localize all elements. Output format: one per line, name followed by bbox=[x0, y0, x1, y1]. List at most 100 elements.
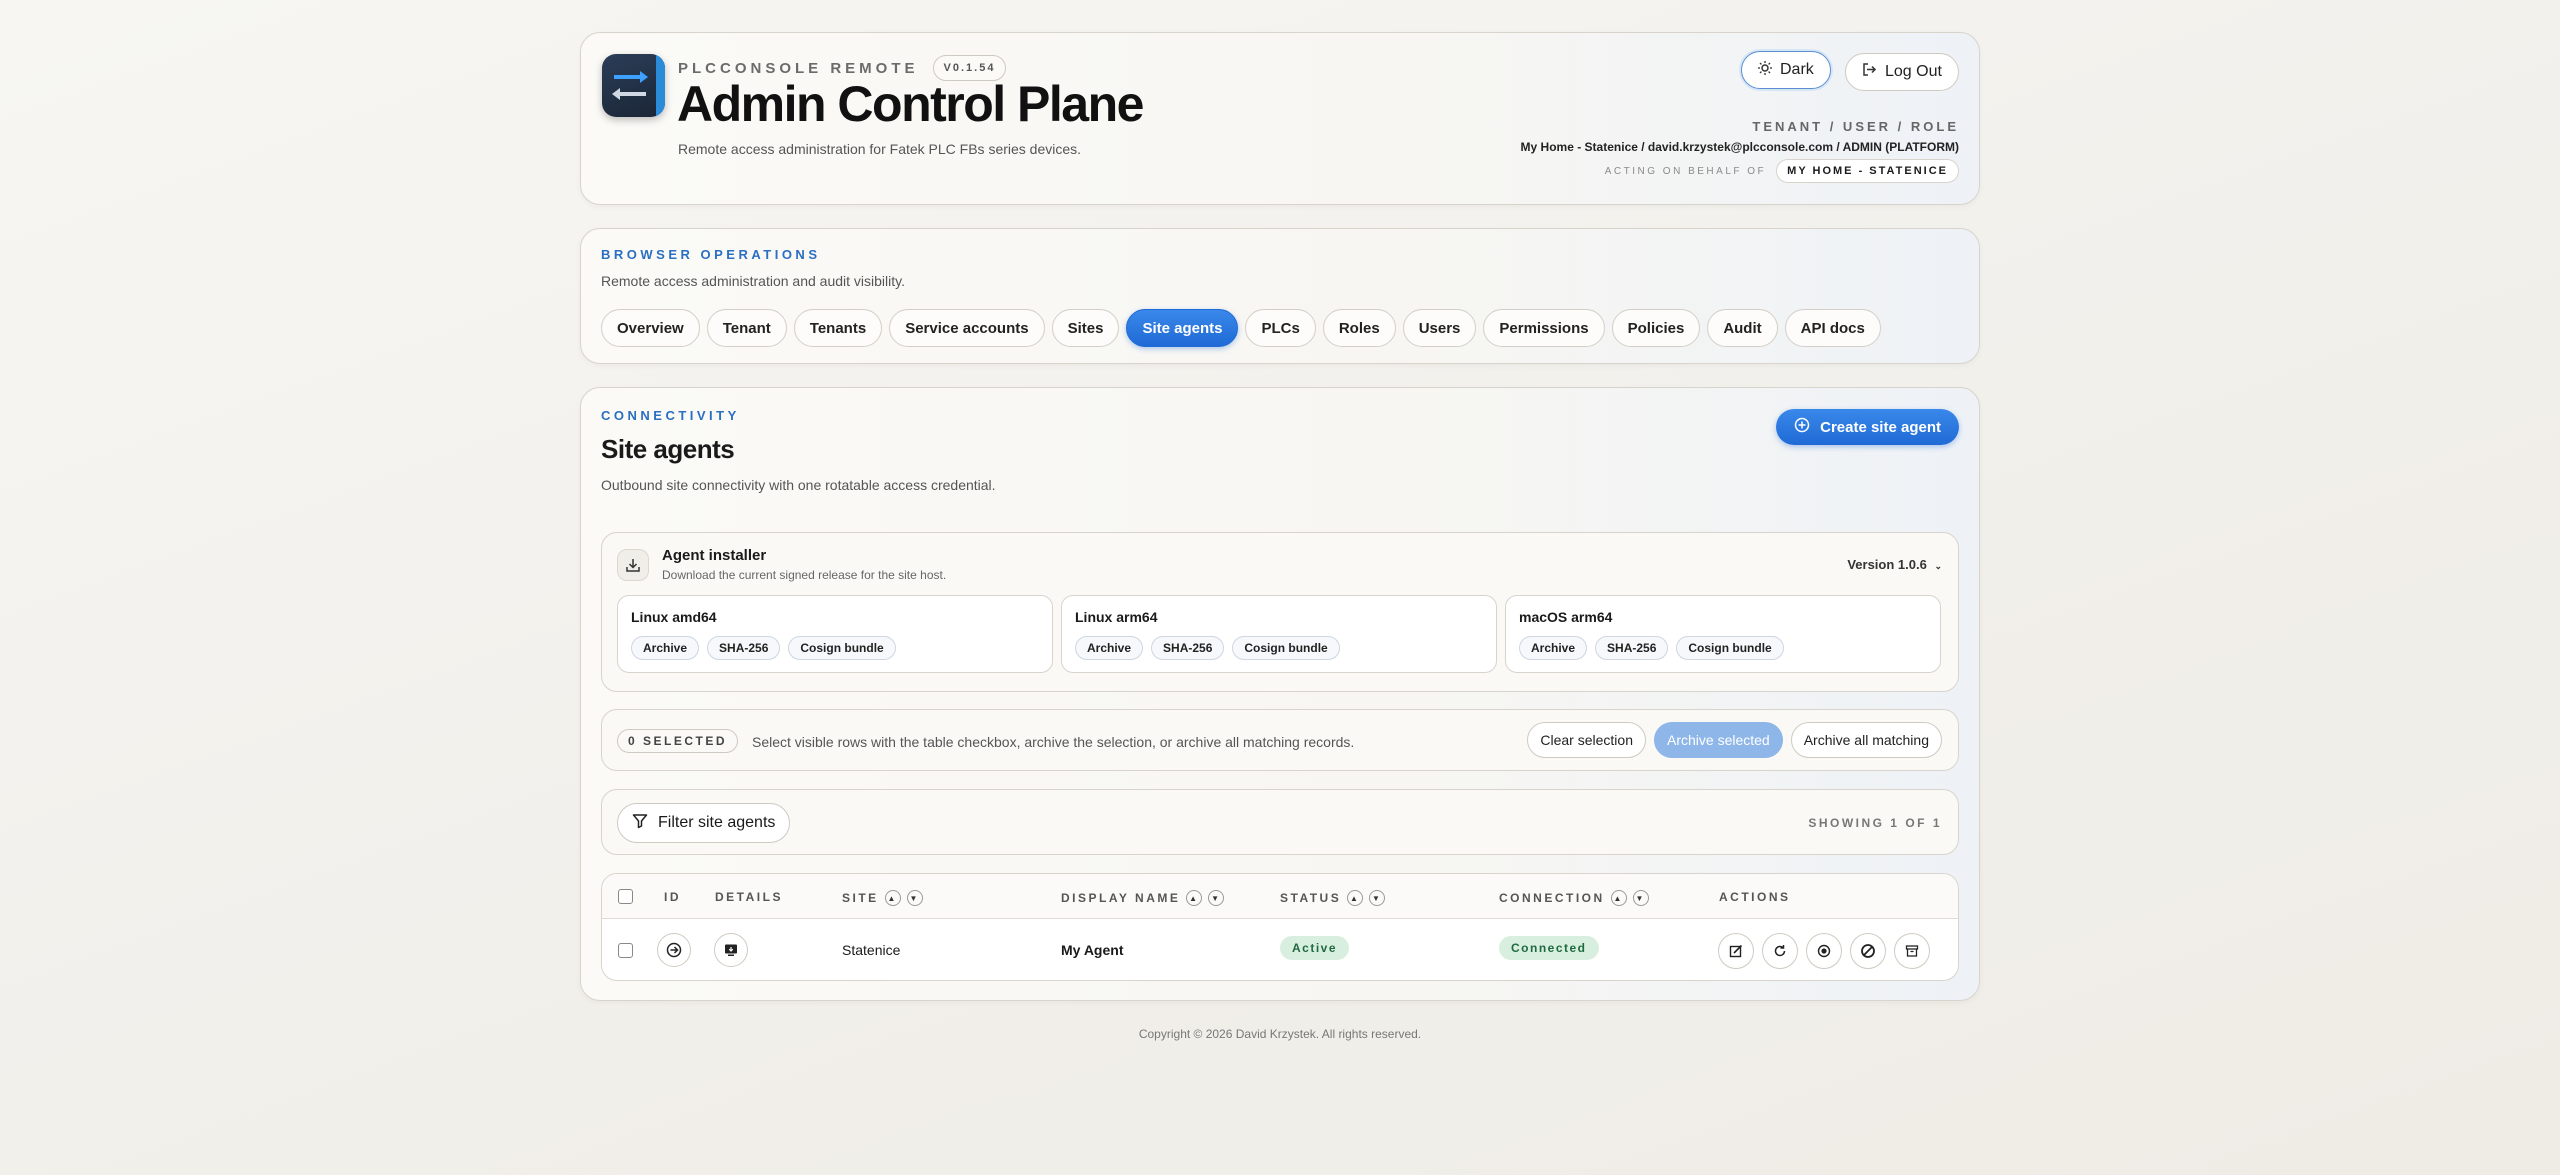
tab-sites[interactable]: Sites bbox=[1051, 309, 1120, 347]
archive-link[interactable]: Archive bbox=[631, 636, 700, 660]
selection-hint: Select visible rows with the table check… bbox=[752, 734, 1355, 750]
cosign-bundle-link[interactable]: Cosign bundle bbox=[1232, 636, 1340, 660]
archive-link[interactable]: Archive bbox=[1519, 636, 1588, 660]
archive-all-matching-button[interactable]: Archive all matching bbox=[1790, 722, 1942, 758]
table-row: Statenice My Agent Active Connected bbox=[602, 919, 1958, 980]
arrow-right-circle-icon bbox=[666, 942, 682, 958]
selected-count-badge: 0 SELECTED bbox=[617, 729, 739, 753]
sort-up-icon[interactable]: ▲ bbox=[1186, 890, 1203, 906]
column-details: DETAILS bbox=[715, 890, 783, 904]
archive-selected-button[interactable]: Archive selected bbox=[1654, 722, 1783, 758]
tab-users[interactable]: Users bbox=[1402, 309, 1477, 347]
connection-badge: Connected bbox=[1499, 936, 1599, 960]
ops-eyebrow: BROWSER OPERATIONS bbox=[601, 247, 821, 262]
acting-label: ACTING ON BEHALF OF bbox=[1604, 165, 1767, 177]
sha256-link[interactable]: SHA-256 bbox=[707, 636, 781, 660]
operations-card: BROWSER OPERATIONS Remote access adminis… bbox=[580, 228, 1980, 364]
cell-site: Statenice bbox=[842, 942, 901, 958]
column-status[interactable]: STATUS ▲ ▼ bbox=[1280, 890, 1386, 906]
tab-tenants[interactable]: Tenants bbox=[793, 309, 883, 347]
column-site[interactable]: SITE ▲ ▼ bbox=[842, 890, 923, 906]
sort-down-icon[interactable]: ▼ bbox=[1369, 890, 1386, 906]
create-site-agent-button[interactable]: Create site agent bbox=[1776, 409, 1959, 445]
version-select-value: Version 1.0.6 bbox=[1847, 557, 1927, 572]
tab-site-agents[interactable]: Site agents bbox=[1126, 309, 1239, 347]
tab-tenant[interactable]: Tenant bbox=[706, 309, 787, 347]
page-title: Admin Control Plane bbox=[677, 76, 1144, 132]
version-select[interactable]: Version 1.0.6 ⌄ bbox=[1847, 557, 1942, 572]
tab-permissions[interactable]: Permissions bbox=[1483, 309, 1605, 347]
platform-card-linux-arm64: Linux arm64 Archive SHA-256 Cosign bundl… bbox=[1061, 595, 1497, 673]
site-agents-table: ID DETAILS SITE ▲ ▼ DISPLAY NAME ▲ ▼ STATU… bbox=[601, 873, 1959, 981]
cosign-bundle-link[interactable]: Cosign bundle bbox=[1676, 636, 1784, 660]
download-icon bbox=[617, 549, 649, 581]
status-badge: Active bbox=[1280, 936, 1350, 960]
archive-link[interactable]: Archive bbox=[1075, 636, 1144, 660]
page-subtitle: Remote access administration for Fatek P… bbox=[678, 141, 1082, 157]
sort-down-icon[interactable]: ▼ bbox=[906, 890, 923, 906]
sort-down-icon[interactable]: ▼ bbox=[1208, 890, 1225, 906]
sha256-link[interactable]: SHA-256 bbox=[1595, 636, 1669, 660]
showing-count: SHOWING 1 OF 1 bbox=[1808, 816, 1942, 830]
acting-on-behalf: ACTING ON BEHALF OF MY HOME - STATENICE bbox=[1605, 159, 1959, 183]
rotate-credential-button[interactable] bbox=[1762, 933, 1798, 969]
edit-button[interactable] bbox=[1718, 933, 1754, 969]
nav-tabs: Overview Tenant Tenants Service accounts… bbox=[601, 309, 1881, 347]
sort-up-icon[interactable]: ▲ bbox=[884, 890, 901, 906]
row-checkbox[interactable] bbox=[618, 943, 633, 958]
column-connection[interactable]: CONNECTION ▲ ▼ bbox=[1499, 890, 1649, 906]
site-agents-card: CONNECTIVITY Site agents Outbound site c… bbox=[580, 387, 1980, 1001]
open-agent-button[interactable] bbox=[657, 933, 691, 967]
ops-description: Remote access administration and audit v… bbox=[601, 273, 905, 289]
cell-display-name: My Agent bbox=[1061, 942, 1124, 958]
theme-toggle-button[interactable]: Dark bbox=[1741, 51, 1831, 89]
column-display-name[interactable]: DISPLAY NAME ▲ ▼ bbox=[1061, 890, 1225, 906]
acting-tenant-chip[interactable]: MY HOME - STATENICE bbox=[1776, 159, 1959, 183]
sort-up-icon[interactable]: ▲ bbox=[1347, 890, 1364, 906]
filter-bar: Filter site agents SHOWING 1 OF 1 bbox=[601, 789, 1959, 855]
footer-copyright: Copyright © 2026 David Krzystek. All rig… bbox=[1138, 1027, 1422, 1041]
sort-down-icon[interactable]: ▼ bbox=[1632, 890, 1649, 906]
brand-name: PLCCONSOLE REMOTE bbox=[678, 59, 919, 77]
tab-overview[interactable]: Overview bbox=[601, 309, 700, 347]
tab-api-docs[interactable]: API docs bbox=[1784, 309, 1881, 347]
context-value: My Home - Statenice / david.krzystek@plc… bbox=[1520, 140, 1959, 154]
header-card: PLCCONSOLE REMOTE V0.1.54 Admin Control … bbox=[580, 32, 1980, 205]
platform-name: macOS arm64 bbox=[1519, 609, 1613, 625]
sha256-link[interactable]: SHA-256 bbox=[1151, 636, 1225, 660]
sort-up-icon[interactable]: ▲ bbox=[1610, 890, 1627, 906]
column-id: ID bbox=[664, 890, 681, 904]
tab-policies[interactable]: Policies bbox=[1611, 309, 1701, 347]
logout-button[interactable]: Log Out bbox=[1845, 53, 1959, 91]
disable-button[interactable] bbox=[1850, 933, 1886, 969]
table-header: ID DETAILS SITE ▲ ▼ DISPLAY NAME ▲ ▼ STATU… bbox=[602, 874, 1958, 919]
installer-description: Download the current signed release for … bbox=[662, 568, 947, 582]
filter-button-label: Filter site agents bbox=[658, 814, 776, 831]
context-label: TENANT / USER / ROLE bbox=[1752, 119, 1959, 134]
record-button[interactable] bbox=[1806, 933, 1842, 969]
tab-audit[interactable]: Audit bbox=[1707, 309, 1778, 347]
tab-service-accounts[interactable]: Service accounts bbox=[889, 309, 1045, 347]
theme-toggle-label: Dark bbox=[1780, 61, 1814, 78]
sun-icon bbox=[1758, 60, 1772, 80]
section-description: Outbound site connectivity with one rota… bbox=[601, 477, 996, 493]
tab-plcs[interactable]: PLCs bbox=[1245, 309, 1316, 347]
create-site-agent-label: Create site agent bbox=[1820, 418, 1941, 436]
filter-icon bbox=[632, 813, 648, 834]
app-logo bbox=[602, 54, 665, 117]
filter-button[interactable]: Filter site agents bbox=[617, 803, 791, 843]
column-actions: ACTIONS bbox=[1719, 890, 1791, 904]
section-eyebrow: CONNECTIVITY bbox=[601, 408, 740, 423]
monitor-icon bbox=[725, 944, 737, 956]
logout-icon bbox=[1862, 62, 1877, 82]
clear-selection-button[interactable]: Clear selection bbox=[1527, 722, 1646, 758]
archive-icon bbox=[1905, 945, 1919, 957]
platform-card-macos-arm64: macOS arm64 Archive SHA-256 Cosign bundl… bbox=[1505, 595, 1941, 673]
selection-bar: 0 SELECTED Select visible rows with the … bbox=[601, 709, 1959, 771]
tab-roles[interactable]: Roles bbox=[1322, 309, 1396, 347]
platform-name: Linux amd64 bbox=[631, 609, 717, 625]
cosign-bundle-link[interactable]: Cosign bundle bbox=[788, 636, 896, 660]
select-all-checkbox[interactable] bbox=[618, 889, 633, 904]
details-button[interactable] bbox=[714, 933, 748, 967]
archive-button[interactable] bbox=[1894, 933, 1930, 969]
